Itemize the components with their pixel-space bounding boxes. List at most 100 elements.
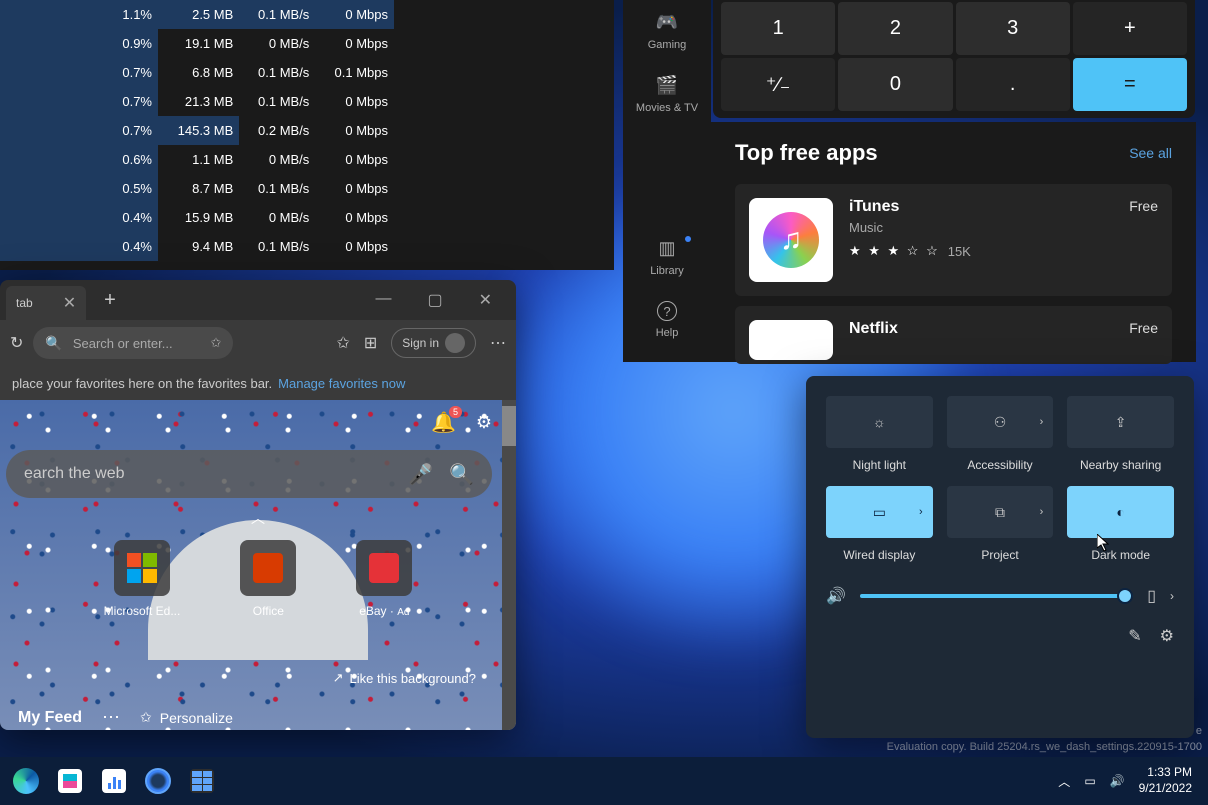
nearby-sharing-toggle[interactable]: ⇪ bbox=[1067, 396, 1174, 448]
taskbar-edge[interactable] bbox=[6, 761, 46, 801]
quick-settings-panel: ☼ Night light ⚇› Accessibility ⇪ Nearby … bbox=[806, 376, 1194, 738]
address-placeholder: Search or enter... bbox=[73, 336, 173, 351]
calc-decimal[interactable]: . bbox=[956, 58, 1070, 111]
page-settings-icon[interactable]: ⚙ bbox=[476, 412, 492, 433]
speaker-icon[interactable]: 🔊 bbox=[826, 586, 846, 606]
refresh-icon[interactable]: ↻ bbox=[10, 333, 23, 353]
favorites-bar: place your favorites here on the favorit… bbox=[0, 366, 516, 400]
settings-icon[interactable]: ⚙ bbox=[1160, 626, 1174, 646]
table-row[interactable]: 0.6%1.1 MB0 MB/s0 Mbps bbox=[0, 145, 614, 174]
audio-device-icon[interactable]: ▯ bbox=[1147, 586, 1156, 606]
taskbar-store[interactable] bbox=[50, 761, 90, 801]
like-background-link[interactable]: ↗Like this background? bbox=[333, 670, 476, 686]
store-sidebar: 🎮 Gaming 🎬 Movies & TV ▥ Library ? Help bbox=[623, 0, 711, 362]
sidebar-movies[interactable]: 🎬 Movies & TV bbox=[623, 63, 711, 126]
netflix-icon bbox=[749, 320, 833, 360]
notifications-icon[interactable]: 🔔5 bbox=[431, 410, 456, 435]
taskbar-settings[interactable] bbox=[138, 761, 178, 801]
scrollbar[interactable] bbox=[502, 400, 516, 730]
calc-0[interactable]: 0 bbox=[838, 58, 952, 111]
volume-slider[interactable] bbox=[860, 594, 1133, 598]
table-row[interactable]: 1.1%2.5 MB0.1 MB/s0 Mbps bbox=[0, 0, 614, 29]
window-controls: — ▢ ✕ bbox=[367, 286, 510, 314]
web-search-box[interactable]: earch the web 🎤 🔍 bbox=[6, 450, 492, 498]
chevron-right-icon[interactable]: › bbox=[1170, 589, 1174, 603]
table-row[interactable]: 0.7%145.3 MB0.2 MB/s0 Mbps bbox=[0, 116, 614, 145]
tray-display-icon[interactable]: ▭ bbox=[1084, 774, 1095, 788]
search-submit-icon[interactable]: 🔍 bbox=[449, 462, 474, 487]
taskbar-clock[interactable]: 1:33 PM 9/21/2022 bbox=[1139, 765, 1192, 796]
table-row[interactable]: 0.4%15.9 MB0 MB/s0 Mbps bbox=[0, 203, 614, 232]
manage-favorites-link[interactable]: Manage favorites now bbox=[278, 376, 405, 391]
calc-negate[interactable]: ⁺∕₋ bbox=[721, 58, 835, 111]
project-icon: ⧉ bbox=[995, 504, 1005, 521]
browser-toolbar: ↻ 🔍 Search or enter... ✩ ✩ ⊞ Sign in ⋯ bbox=[0, 320, 516, 366]
browser-tab[interactable]: tab ✕ bbox=[6, 286, 86, 320]
quick-link-ebay[interactable]: eBay · Ad bbox=[356, 540, 412, 618]
app-card-itunes[interactable]: iTunes Music ★ ★ ★ ☆ ☆ 15K Free bbox=[735, 184, 1172, 296]
address-bar[interactable]: 🔍 Search or enter... ✩ bbox=[33, 327, 233, 359]
table-row[interactable]: 0.7%21.3 MB0.1 MB/s0 Mbps bbox=[0, 87, 614, 116]
calc-plus[interactable]: + bbox=[1073, 2, 1187, 55]
sign-in-button[interactable]: Sign in bbox=[391, 328, 476, 358]
chevron-right-icon[interactable]: › bbox=[919, 506, 923, 518]
table-row[interactable]: 0.5%8.7 MB0.1 MB/s0 Mbps bbox=[0, 174, 614, 203]
project-toggle[interactable]: ⧉› bbox=[947, 486, 1054, 538]
new-tab-button[interactable]: + bbox=[96, 285, 124, 316]
chevron-right-icon[interactable]: › bbox=[1040, 416, 1044, 428]
personalize-button[interactable]: ✩ Personalize bbox=[140, 709, 233, 726]
accessibility-icon: ⚇ bbox=[994, 414, 1007, 431]
more-icon[interactable]: ⋯ bbox=[490, 333, 506, 353]
voice-search-icon[interactable]: 🎤 bbox=[408, 462, 433, 487]
calculator-window: 1 2 3 + ⁺∕₋ 0 . = bbox=[713, 0, 1195, 118]
tab-title: tab bbox=[16, 296, 33, 310]
tray-overflow-icon[interactable]: ︿ bbox=[1058, 773, 1070, 790]
table-row[interactable]: 0.7%6.8 MB0.1 MB/s0.1 Mbps bbox=[0, 58, 614, 87]
clapboard-icon: 🎬 bbox=[656, 75, 678, 96]
tray-volume-icon[interactable]: 🔊 bbox=[1110, 774, 1125, 788]
search-icon: 🔍 bbox=[45, 335, 62, 352]
dark-mode-toggle[interactable]: ◐ bbox=[1067, 486, 1174, 538]
favorites-icon[interactable]: ✩ bbox=[336, 333, 349, 353]
volume-row: 🔊 ▯ › bbox=[826, 586, 1174, 606]
sidebar-gaming[interactable]: 🎮 Gaming bbox=[623, 0, 711, 63]
quick-link-office[interactable]: Office bbox=[240, 540, 296, 618]
night-light-toggle[interactable]: ☼ bbox=[826, 396, 933, 448]
calc-equals[interactable]: = bbox=[1073, 58, 1187, 111]
carousel-up-icon[interactable]: ︿ bbox=[251, 508, 265, 528]
star-icon: ✩ bbox=[140, 709, 152, 726]
chevron-right-icon[interactable]: › bbox=[1040, 506, 1044, 518]
browser-content: 🔔5 ⚙ earch the web 🎤 🔍 ︿ Microsoft Ed...… bbox=[0, 400, 516, 730]
app-card-netflix[interactable]: Netflix Free bbox=[735, 306, 1172, 364]
close-button[interactable]: ✕ bbox=[471, 286, 500, 314]
system-tray: ︿ ▭ 🔊 1:33 PM 9/21/2022 bbox=[1058, 765, 1202, 796]
taskbar-calculator[interactable] bbox=[182, 761, 222, 801]
table-row[interactable]: 0.4%9.4 MB0.1 MB/s0 Mbps bbox=[0, 232, 614, 261]
task-manager-window: 1.1%2.5 MB0.1 MB/s0 Mbps0.9%19.1 MB0 MB/… bbox=[0, 0, 614, 270]
sidebar-library[interactable]: ▥ Library bbox=[623, 226, 711, 289]
sidebar-help[interactable]: ? Help bbox=[623, 289, 711, 351]
calc-1[interactable]: 1 bbox=[721, 2, 835, 55]
feed-more-icon[interactable]: ⋯ bbox=[102, 707, 120, 728]
maximize-button[interactable]: ▢ bbox=[419, 286, 450, 314]
wired-display-toggle[interactable]: ▭› bbox=[826, 486, 933, 538]
see-all-link[interactable]: See all bbox=[1129, 145, 1172, 161]
taskbar-taskmanager[interactable] bbox=[94, 761, 134, 801]
close-tab-icon[interactable]: ✕ bbox=[63, 293, 76, 313]
table-row[interactable]: 0.9%19.1 MB0 MB/s0 Mbps bbox=[0, 29, 614, 58]
share-icon: ⇪ bbox=[1115, 414, 1127, 431]
edge-browser-window: tab ✕ + — ▢ ✕ ↻ 🔍 Search or enter... ✩ ✩… bbox=[0, 280, 516, 730]
accessibility-toggle[interactable]: ⚇› bbox=[947, 396, 1054, 448]
taskbar: ︿ ▭ 🔊 1:33 PM 9/21/2022 bbox=[0, 757, 1208, 805]
my-feed-heading[interactable]: My Feed bbox=[18, 709, 82, 727]
itunes-icon bbox=[749, 198, 833, 282]
minimize-button[interactable]: — bbox=[367, 286, 399, 314]
quick-link-edge[interactable]: Microsoft Ed... bbox=[104, 540, 181, 618]
calc-3[interactable]: 3 bbox=[956, 2, 1070, 55]
site-settings-icon[interactable]: ✩ bbox=[211, 335, 222, 351]
edit-quick-settings-icon[interactable]: ✎ bbox=[1128, 626, 1141, 646]
quick-links: Microsoft Ed... Office eBay · Ad bbox=[30, 540, 486, 618]
calc-2[interactable]: 2 bbox=[838, 2, 952, 55]
collections-icon[interactable]: ⊞ bbox=[364, 333, 377, 353]
gamepad-icon: 🎮 bbox=[656, 12, 678, 33]
